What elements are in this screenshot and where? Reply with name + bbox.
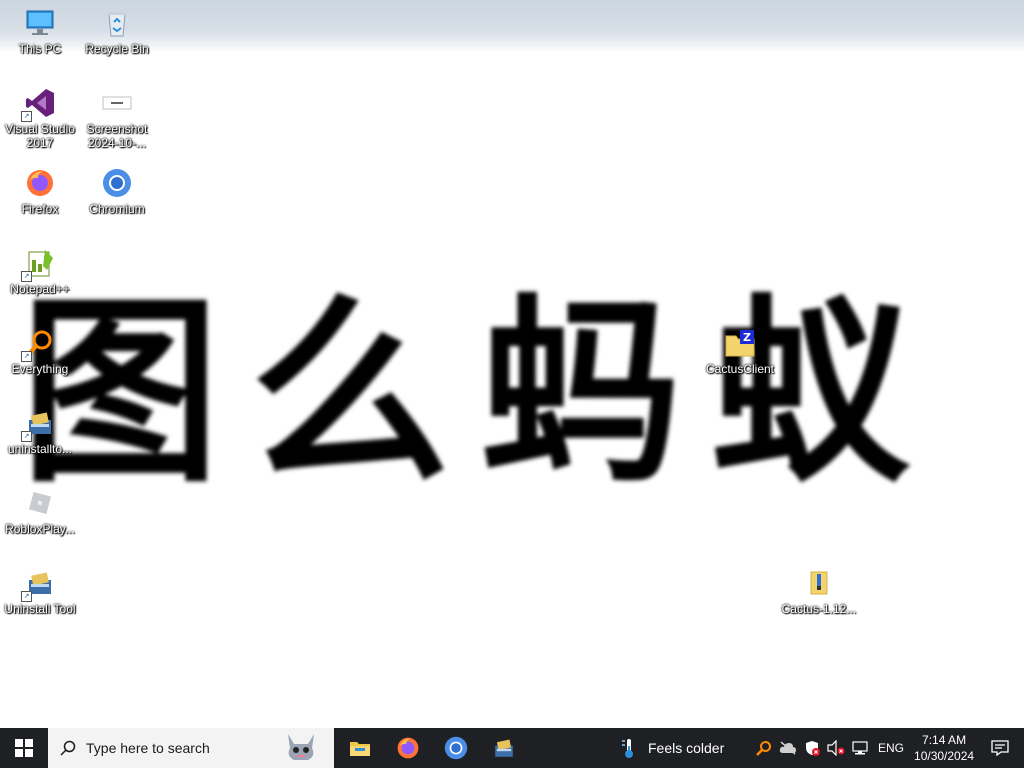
taskbar: Type here to search Feels colder ENG 7:1… [0,728,1024,768]
svg-text:Z: Z [743,331,751,344]
everything-search-icon [756,741,771,756]
clock-time: 7:14 AM [922,733,967,747]
notification-icon [991,740,1009,756]
uninstall-tool-icon: ↗ [21,566,57,602]
taskbar-clock[interactable]: 7:14 AM 10/30/2024 [914,732,974,764]
language-indicator[interactable]: ENG [878,741,904,755]
weather-text: Feels colder [648,740,725,756]
thermometer-icon [622,739,633,758]
windows-logo-icon [15,739,33,757]
shield-alert-icon [806,741,820,756]
roblox-icon [23,486,57,520]
taskbar-firefox[interactable] [384,728,432,768]
desktop-icon-chromium[interactable]: Chromium [78,160,156,236]
taskbar-file-explorer[interactable] [336,728,384,768]
recycle-bin-icon [100,6,134,40]
system-tray: ENG 7:14 AM 10/30/2024 [752,728,1018,768]
desktop-icon-this-pc[interactable]: This PC [1,0,79,76]
tray-volume[interactable] [824,728,848,768]
desktop-icon-cactus-archive[interactable]: Cactus-1.12... [780,560,858,636]
search-highlight-mascot-icon[interactable] [282,730,320,766]
chromium-icon [100,166,134,200]
wallpaper-chinese-text: 图么蚂蚁 [20,277,941,510]
network-icon [852,741,868,755]
installer-icon: ↗ [21,406,57,442]
taskbar-weather-widget[interactable]: Feels colder [620,728,724,768]
this-pc-icon [23,6,57,40]
desktop-icon-uninstall-tool[interactable]: ↗ Uninstall Tool [1,560,79,636]
desktop-icon-screenshot[interactable]: Screenshot 2024-10-... [78,80,156,156]
clock-date: 10/30/2024 [914,749,975,763]
everything-search-icon: ↗ [21,326,57,362]
visual-studio-icon: ↗ [21,86,57,122]
desktop-icon-firefox[interactable]: Firefox [1,160,79,236]
taskbar-chromium[interactable] [432,728,480,768]
desktop-icon-recycle-bin[interactable]: Recycle Bin [78,0,156,76]
firefox-icon [23,166,57,200]
desktop-icon-robloxplayer[interactable]: RobloxPlay... [1,480,79,556]
notepad-plus-plus-icon: ↗ [21,246,57,282]
tray-security[interactable] [800,728,824,768]
firefox-icon [397,737,419,759]
archive-icon [802,566,836,600]
search-icon [60,740,76,756]
desktop-icon-uninstalltool-installer[interactable]: ↗ uninstallto... [1,400,79,476]
screenshot-file-icon [100,86,134,120]
taskbar-uninstall-tool[interactable] [480,728,528,768]
uninstall-tool-icon [495,739,513,757]
desktop-icon-visual-studio[interactable]: ↗ Visual Studio 2017 [1,80,79,156]
volume-muted-icon [827,740,845,756]
action-center-button[interactable] [982,728,1018,768]
tray-network[interactable] [848,728,872,768]
folder-zip-icon: Z [723,326,757,360]
desktop-icon-notepad-plus-plus[interactable]: ↗ Notepad++ [1,240,79,316]
desktop-icon-cactusclient[interactable]: Z CactusClient [701,320,779,396]
desktop-icon-everything[interactable]: ↗ Everything [1,320,79,396]
chromium-icon [444,736,468,760]
taskbar-search-box[interactable]: Type here to search [48,728,334,768]
file-explorer-icon [350,742,370,756]
search-placeholder: Type here to search [86,740,210,756]
tray-everything[interactable] [752,728,776,768]
start-button[interactable] [0,728,48,768]
cloud-offline-icon [779,741,796,755]
tray-onedrive-offline[interactable] [776,728,800,768]
